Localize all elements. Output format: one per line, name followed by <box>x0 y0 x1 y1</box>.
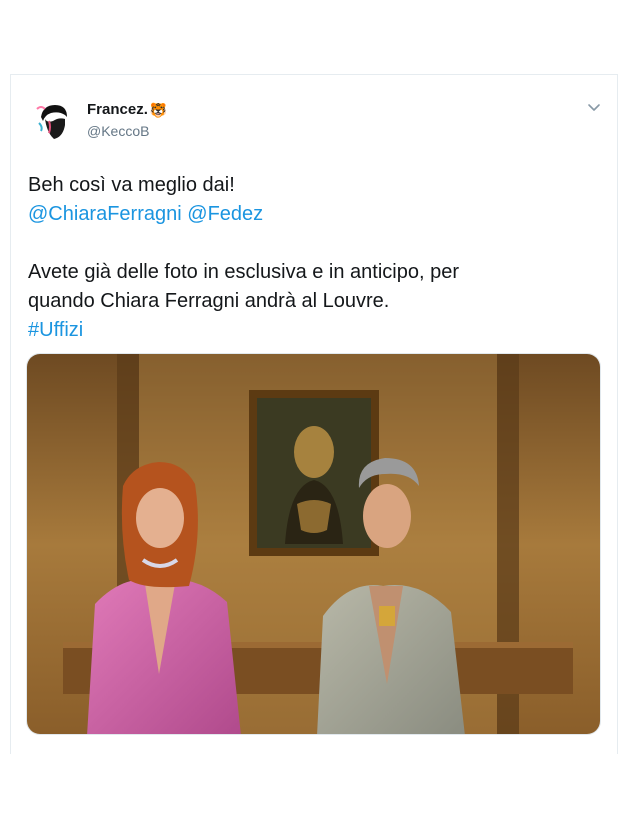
tiger-face-icon: 🐯 <box>149 101 168 118</box>
author-handle[interactable]: @KeccoB <box>87 123 149 139</box>
photo-collage-icon <box>27 354 600 734</box>
tweet-text: Beh così va meglio dai! @ChiaraFerragni … <box>28 171 588 345</box>
author-name-text: Francez. <box>87 101 148 118</box>
hashtag-uffizi[interactable]: #Uffizi <box>28 319 83 341</box>
avatar-image <box>29 97 79 147</box>
mention-fedez[interactable]: @Fedez <box>187 203 263 225</box>
mentions-line: @ChiaraFerragni @Fedez <box>28 200 588 229</box>
author-name[interactable]: Francez. 🐯 <box>87 101 167 118</box>
tweet-line-3a: Avete già delle foto in esclusiva e in a… <box>28 261 460 283</box>
mention-chiaraferragni[interactable]: @ChiaraFerragni <box>28 203 182 225</box>
tweet-card[interactable]: Francez. 🐯 @KeccoB Beh così va meglio da… <box>10 74 618 754</box>
avatar[interactable] <box>29 97 79 147</box>
more-options-button[interactable] <box>585 99 603 117</box>
tweet-line-3b: quando Chiara Ferragni andrà al Louvre. <box>28 290 390 312</box>
tweet-line-1: Beh così va meglio dai! <box>28 174 235 196</box>
chevron-down-icon <box>588 104 600 111</box>
tweet-media-photo[interactable] <box>26 353 601 735</box>
